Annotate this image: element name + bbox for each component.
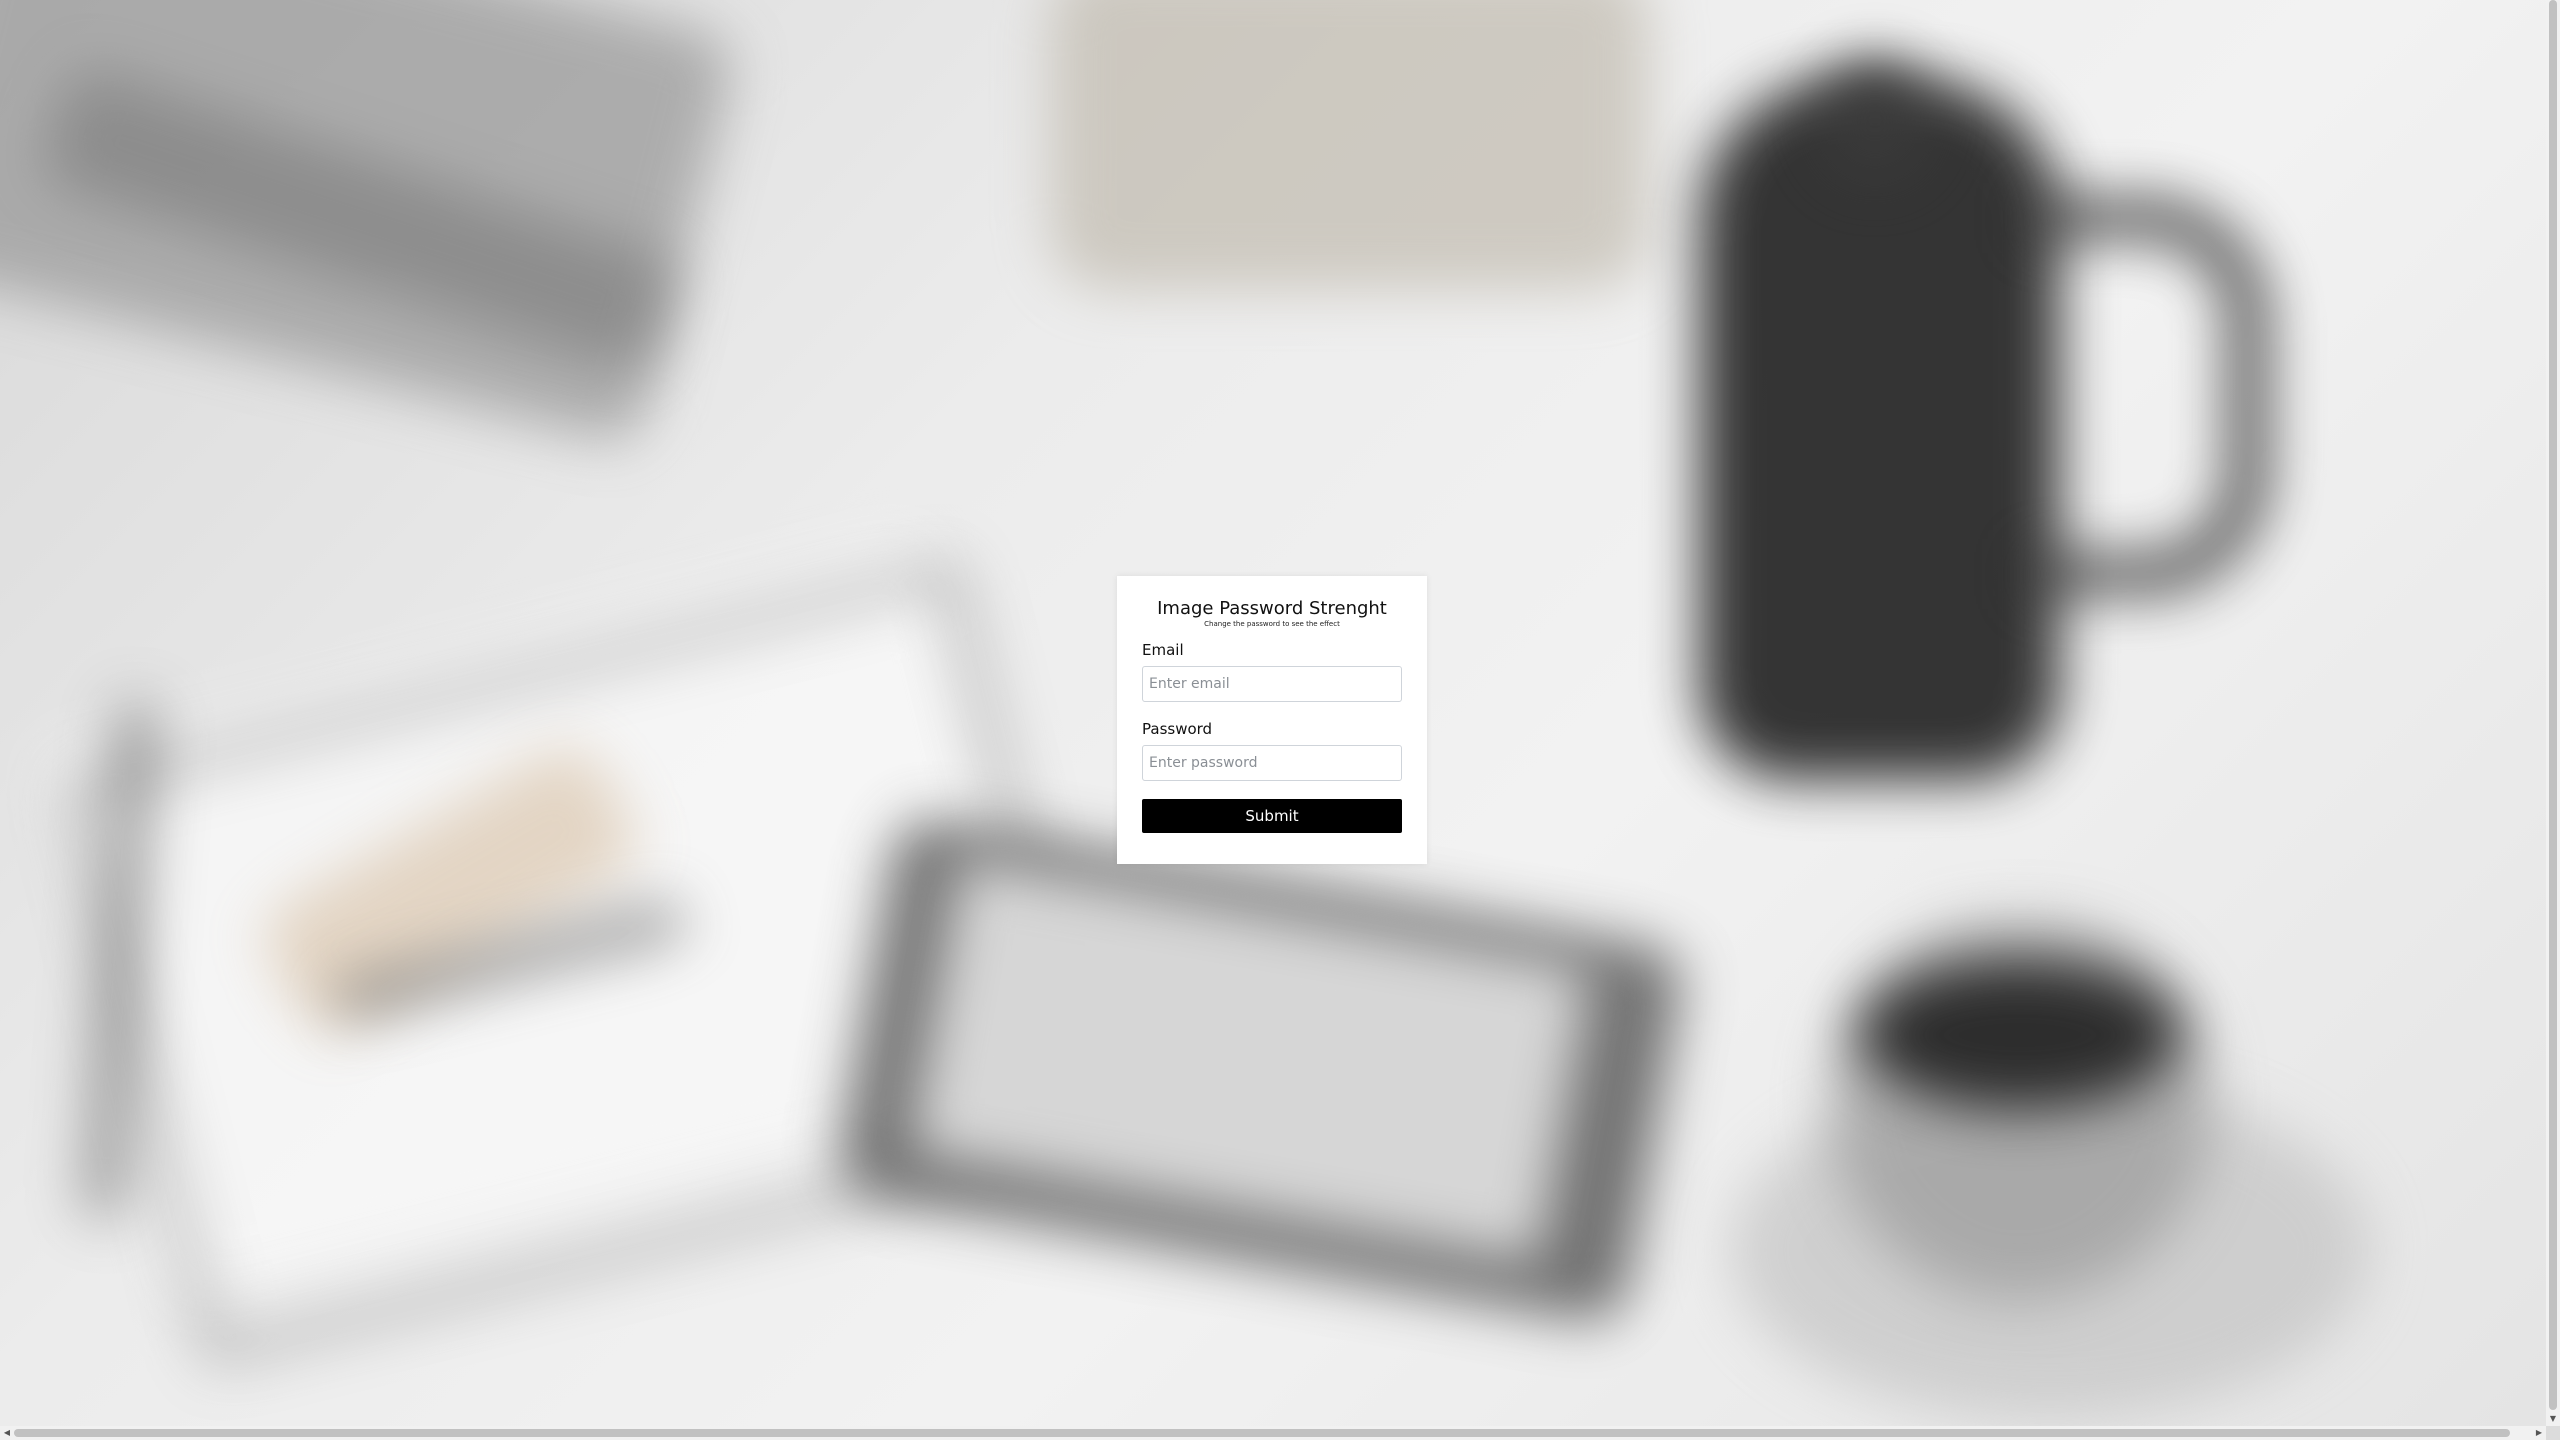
password-label: Password bbox=[1142, 720, 1213, 738]
form-title: Image Password Strenght bbox=[1157, 598, 1387, 619]
background-shape bbox=[1050, 0, 1650, 290]
email-field[interactable] bbox=[1142, 666, 1402, 702]
submit-button[interactable]: Submit bbox=[1142, 799, 1402, 833]
background-shape bbox=[2030, 200, 2266, 592]
email-label: Email bbox=[1142, 641, 1184, 659]
vertical-scrollbar[interactable]: ▼ bbox=[2546, 0, 2560, 1426]
login-card: Image Password Strenght Change the passw… bbox=[1117, 576, 1427, 864]
page: Image Password Strenght Change the passw… bbox=[0, 0, 2560, 1440]
horizontal-scroll-thumb[interactable] bbox=[14, 1429, 2510, 1437]
horizontal-scrollbar[interactable]: ◀ ▶ bbox=[0, 1426, 2546, 1440]
scroll-left-arrow-icon[interactable]: ◀ bbox=[0, 1426, 14, 1440]
background-shape bbox=[1700, 80, 2060, 780]
background-shape bbox=[1860, 960, 2180, 1110]
scroll-down-arrow-icon[interactable]: ▼ bbox=[2546, 1412, 2560, 1426]
password-field[interactable] bbox=[1142, 745, 1402, 781]
scroll-right-arrow-icon[interactable]: ▶ bbox=[2532, 1426, 2546, 1440]
vertical-scroll-thumb[interactable] bbox=[2549, 0, 2557, 1410]
form-subtitle: Change the password to see the effect bbox=[1204, 620, 1340, 628]
scrollbar-corner bbox=[2546, 1426, 2560, 1440]
background-shape bbox=[1820, 60, 1930, 180]
